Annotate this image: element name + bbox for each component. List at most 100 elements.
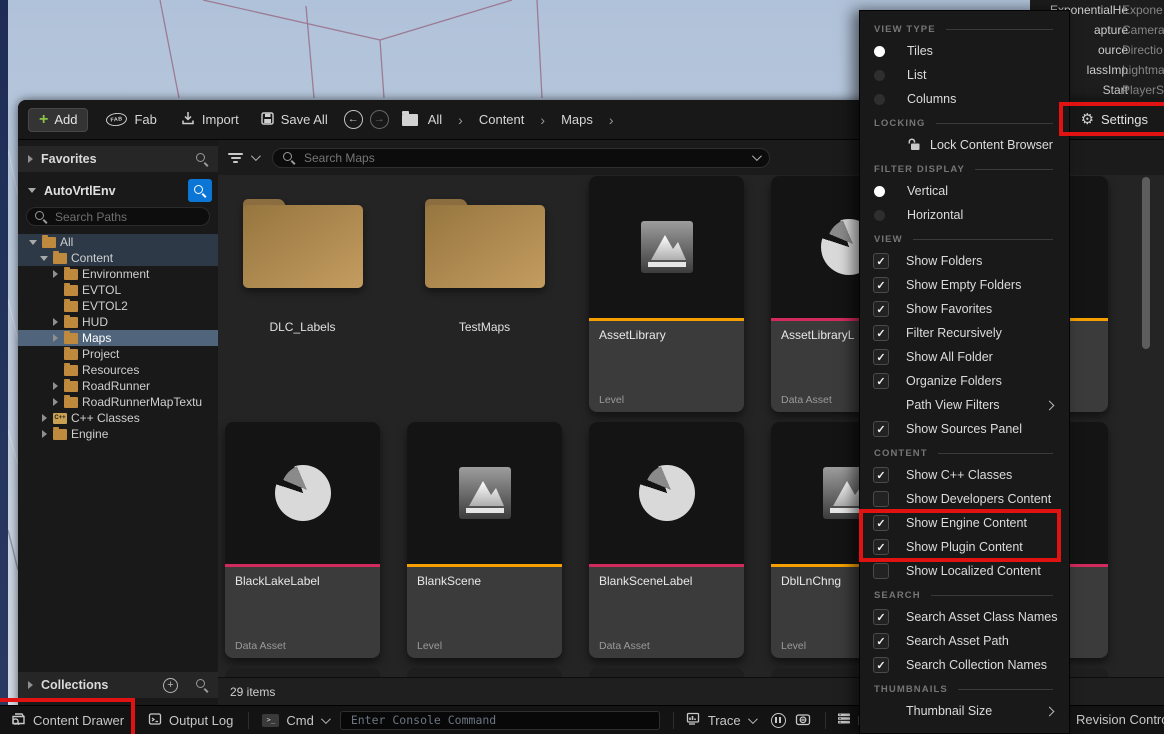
tree-item-resources[interactable]: Resources (18, 362, 218, 378)
tree-item-all[interactable]: All (18, 234, 218, 250)
menu-item-horizontal[interactable]: Horizontal (860, 203, 1069, 227)
breadcrumb-all[interactable]: All (428, 112, 442, 127)
submenu-arrow-icon (1045, 400, 1055, 410)
search-assets-input[interactable] (302, 150, 745, 166)
search-icon[interactable] (196, 679, 208, 691)
favorites-header[interactable]: Favorites (18, 146, 218, 172)
console-command-input[interactable] (349, 712, 651, 728)
settings-button[interactable]: ⚙ Settings (1073, 107, 1156, 133)
menu-item-show-engine-content[interactable]: Show Engine Content (860, 511, 1069, 535)
level-icon (457, 465, 513, 521)
tree-item-project[interactable]: Project (18, 346, 218, 362)
filter-icon[interactable] (228, 153, 243, 163)
back-button[interactable]: ← (344, 110, 363, 129)
insights-record-icon[interactable] (771, 713, 786, 728)
collections-header[interactable]: Collections + (18, 672, 218, 698)
asset-name: DLC_Labels (269, 320, 335, 334)
radio-icon (874, 210, 885, 221)
menu-item-show-cpp-classes[interactable]: Show C++ Classes (860, 463, 1069, 487)
chevron-down-icon[interactable] (752, 151, 762, 161)
asset-type-label: Level (417, 640, 552, 652)
menu-item-organize-folders[interactable]: Organize Folders (860, 369, 1069, 393)
folder-icon (64, 317, 78, 328)
breadcrumb-maps[interactable]: Maps (561, 112, 593, 127)
tree-item-evtol2[interactable]: EVTOL2 (18, 298, 218, 314)
asset-type-label: Data Asset (599, 640, 734, 652)
tree-item-environment[interactable]: Environment (18, 266, 218, 282)
content-drawer-icon (10, 712, 26, 728)
items-count: 29 items (230, 685, 275, 699)
search-assets-field[interactable] (272, 148, 770, 168)
search-icon (283, 152, 295, 164)
project-root-row[interactable]: AutoVrtlEnv (18, 178, 218, 203)
asset-tile-level[interactable]: BlankScene Level (407, 422, 562, 658)
expand-arrow-icon (53, 398, 58, 406)
asset-tile-level[interactable]: AssetLibrary Level (589, 176, 744, 412)
menu-item-list[interactable]: List (860, 63, 1069, 87)
fab-button[interactable]: FAB Fab (106, 112, 156, 127)
menu-item-show-plugin-content[interactable]: Show Plugin Content (860, 535, 1069, 559)
import-button[interactable]: Import (181, 111, 239, 128)
breadcrumb-content[interactable]: Content (479, 112, 525, 127)
asset-tile-data-asset[interactable]: BlackLakeLabel Data Asset (225, 422, 380, 658)
search-paths-field[interactable] (26, 207, 210, 226)
menu-item-show-sources-panel[interactable]: Show Sources Panel (860, 417, 1069, 441)
menu-item-show-developers-content[interactable]: Show Developers Content (860, 487, 1069, 511)
arrow-right-icon: → (374, 114, 385, 125)
folder-icon (238, 188, 368, 292)
tree-item-roadrunnermaptextures[interactable]: RoadRunnerMapTextu (18, 394, 218, 410)
revision-control-button[interactable]: Revision Contro (1076, 712, 1164, 727)
menu-item-tiles[interactable]: Tiles (860, 39, 1069, 63)
tree-item-content[interactable]: Content (18, 250, 218, 266)
tree-item-roadrunner[interactable]: RoadRunner (18, 378, 218, 394)
menu-item-thumbnail-size[interactable]: Thumbnail Size (860, 699, 1069, 723)
menu-section-content: CONTENT (860, 443, 1069, 463)
content-drawer-button[interactable]: Content Drawer (10, 712, 124, 728)
output-log-button[interactable]: Output Log (148, 712, 233, 728)
asset-tile-folder[interactable]: DLC_Labels (225, 176, 380, 412)
asset-tile-data-asset[interactable]: BlankSceneLabel Data Asset (589, 422, 744, 658)
menu-item-filter-recursively[interactable]: Filter Recursively (860, 321, 1069, 345)
menu-item-columns[interactable]: Columns (860, 87, 1069, 111)
menu-item-show-localized-content[interactable]: Show Localized Content (860, 559, 1069, 583)
screenshot-icon[interactable] (795, 712, 811, 729)
menu-item-vertical[interactable]: Vertical (860, 179, 1069, 203)
forward-button[interactable]: → (370, 110, 389, 129)
menu-item-search-collection-names[interactable]: Search Collection Names (860, 653, 1069, 677)
menu-item-show-empty-folders[interactable]: Show Empty Folders (860, 273, 1069, 297)
tree-item-evtol[interactable]: EVTOL (18, 282, 218, 298)
menu-section-view-type: VIEW TYPE (860, 19, 1069, 39)
folder-icon (64, 333, 78, 344)
search-icon[interactable] (196, 153, 208, 165)
vertical-scrollbar[interactable] (1142, 177, 1150, 349)
folder-icon (53, 253, 67, 264)
asset-thumbnail (407, 422, 562, 564)
tree-item-hud[interactable]: HUD (18, 314, 218, 330)
folder-tree: All Content Environment (18, 234, 218, 442)
folder-icon (64, 397, 78, 408)
add-collection-icon[interactable]: + (163, 678, 178, 693)
menu-item-search-asset-path[interactable]: Search Asset Path (860, 629, 1069, 653)
add-button[interactable]: + Add (28, 108, 88, 132)
chevron-down-icon[interactable] (251, 151, 261, 161)
asset-name: BlankScene (417, 574, 552, 588)
menu-item-search-asset-class-names[interactable]: Search Asset Class Names (860, 605, 1069, 629)
menu-item-show-folders[interactable]: Show Folders (860, 249, 1069, 273)
asset-tile-folder[interactable]: TestMaps (407, 176, 562, 412)
menu-item-show-favorites[interactable]: Show Favorites (860, 297, 1069, 321)
menu-item-show-all-folder[interactable]: Show All Folder (860, 345, 1069, 369)
search-icon (194, 185, 206, 197)
plus-icon: + (39, 112, 48, 128)
console-command-field[interactable] (340, 711, 660, 730)
menu-item-lock-content-browser[interactable]: Lock Content Browser (860, 133, 1069, 157)
tree-item-maps[interactable]: Maps (18, 330, 218, 346)
save-all-button[interactable]: Save All (261, 112, 328, 128)
path-search-toggle-button[interactable] (188, 179, 212, 202)
trace-button[interactable]: Trace (686, 712, 755, 728)
search-paths-input[interactable] (53, 209, 201, 225)
menu-item-path-view-filters[interactable]: Path View Filters (860, 393, 1069, 417)
tree-item-cpp-classes[interactable]: C++ C++ Classes (18, 410, 218, 426)
tree-item-engine[interactable]: Engine (18, 426, 218, 442)
cmd-selector[interactable]: >_ Cmd (262, 713, 327, 728)
data-asset-icon (275, 465, 331, 521)
